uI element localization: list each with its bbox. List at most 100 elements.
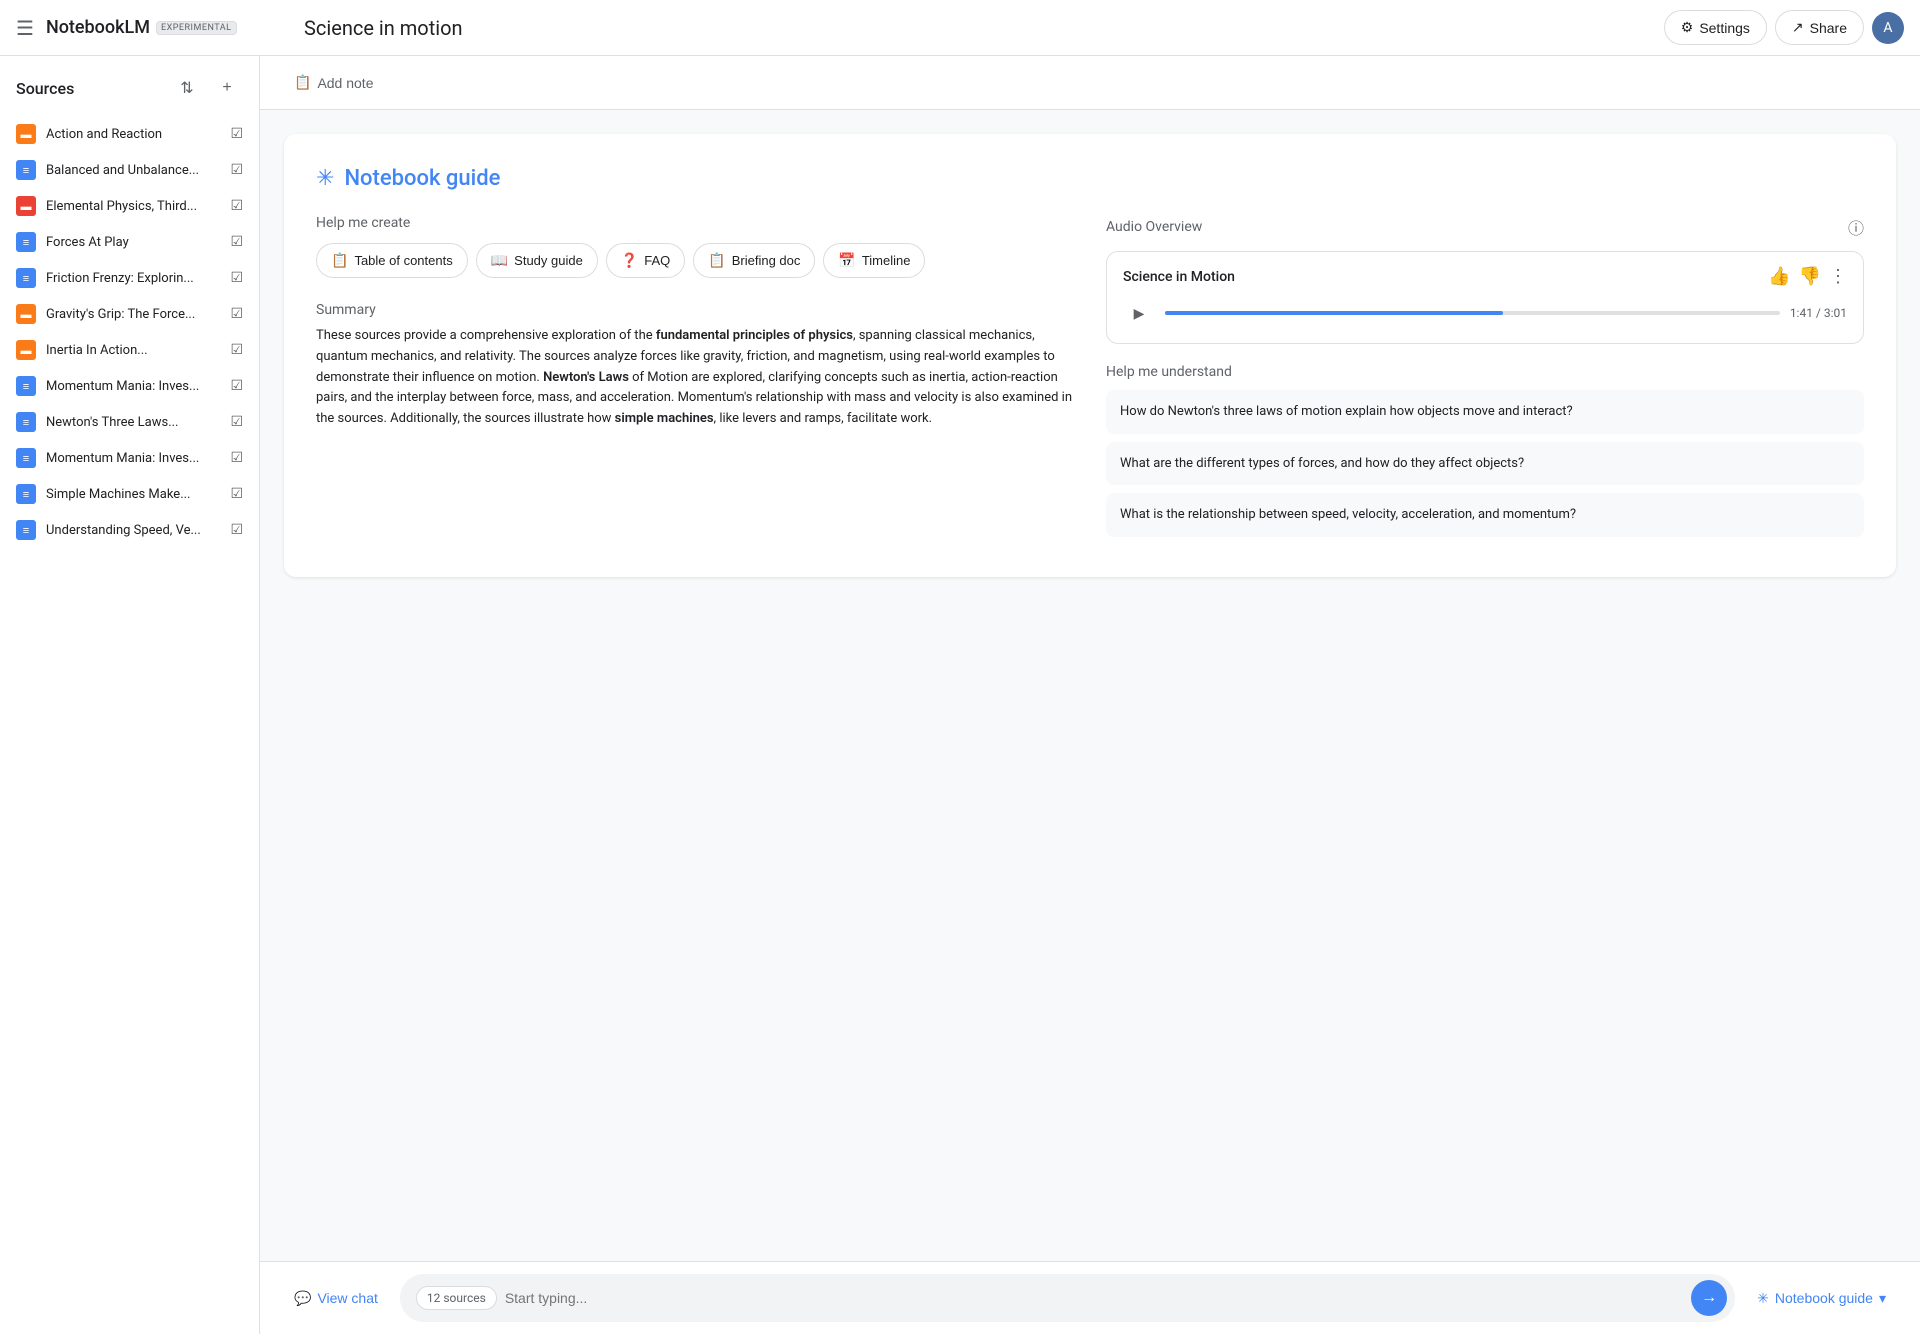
sources-badge: 12 sources	[416, 1286, 497, 1310]
action-btn-briefing[interactable]: 📋 Briefing doc	[693, 243, 815, 278]
summary-section: Summary These sources provide a comprehe…	[316, 302, 1074, 430]
bottom-bar: 💬 View chat 12 sources → ✳ Notebook guid…	[260, 1261, 1920, 1334]
guide-right: Audio Overview ⓘ Science in Motion 👍 👎 ⋮	[1106, 215, 1864, 545]
progress-bar[interactable]	[1165, 311, 1780, 315]
action-btn-faq[interactable]: ❓ FAQ	[606, 243, 685, 278]
action-btn-study[interactable]: 📖 Study guide	[476, 243, 598, 278]
understand-section: Help me understand How do Newton's three…	[1106, 364, 1864, 537]
summary-text-4: , like levers and ramps, facilitate work…	[714, 411, 933, 426]
thumbs-up-button[interactable]: 👍	[1768, 266, 1790, 287]
action-btn-icon-toc: 📋	[331, 252, 348, 269]
view-chat-label: View chat	[317, 1290, 377, 1306]
source-check-icon: ☑	[230, 162, 243, 178]
summary-text: These sources provide a comprehensive ex…	[316, 326, 1074, 430]
source-item[interactable]: ≡ Forces At Play ☑	[0, 224, 259, 260]
source-item[interactable]: ≡ Simple Machines Make... ☑	[0, 476, 259, 512]
avatar[interactable]: A	[1872, 12, 1904, 44]
more-options-button[interactable]: ⋮	[1829, 266, 1847, 287]
source-check-icon: ☑	[230, 342, 243, 358]
guide-star-icon: ✳	[316, 166, 334, 191]
chevron-down-icon: ▾	[1879, 1290, 1886, 1307]
action-btn-timeline[interactable]: 📅 Timeline	[823, 243, 925, 278]
source-icon: ≡	[16, 412, 36, 432]
view-chat-button[interactable]: 💬 View chat	[284, 1284, 388, 1313]
source-icon: ▬	[16, 304, 36, 324]
audio-header: Audio Overview ⓘ	[1106, 215, 1864, 239]
source-item[interactable]: ▬ Inertia In Action... ☑	[0, 332, 259, 368]
source-name: Balanced and Unbalance...	[46, 163, 220, 178]
source-item[interactable]: ≡ Newton's Three Laws... ☑	[0, 404, 259, 440]
summary-bold-3: simple machines	[615, 411, 714, 426]
summary-bold-1: fundamental principles of physics	[656, 328, 853, 343]
action-btn-icon-faq: ❓	[621, 252, 638, 269]
sources-list: ▬ Action and Reaction ☑ ≡ Balanced and U…	[0, 112, 259, 1334]
source-name: Forces At Play	[46, 235, 220, 250]
share-button[interactable]: ↗ Share	[1775, 10, 1864, 45]
action-btn-label-toc: Table of contents	[354, 253, 452, 268]
action-btn-label-timeline: Timeline	[862, 253, 911, 268]
action-btn-toc[interactable]: 📋 Table of contents	[316, 243, 468, 278]
source-name: Inertia In Action...	[46, 343, 220, 358]
notebook-guide-star-icon: ✳	[1757, 1290, 1769, 1307]
play-button[interactable]: ▶	[1123, 297, 1155, 329]
source-icon: ▬	[16, 340, 36, 360]
source-item[interactable]: ▬ Action and Reaction ☑	[0, 116, 259, 152]
chat-input-container: 12 sources →	[400, 1274, 1735, 1322]
topbar: ☰ NotebookLM EXPERIMENTAL Science in mot…	[0, 0, 1920, 56]
source-item[interactable]: ≡ Understanding Speed, Ve... ☑	[0, 512, 259, 548]
understand-card[interactable]: What is the relationship between speed, …	[1106, 493, 1864, 537]
source-check-icon: ☑	[230, 414, 243, 430]
view-chat-icon: 💬	[294, 1290, 311, 1307]
audio-player: Science in Motion 👍 👎 ⋮ ▶	[1106, 251, 1864, 344]
summary-text-1: These sources provide a comprehensive ex…	[316, 328, 656, 343]
action-buttons: 📋 Table of contents 📖 Study guide ❓ FAQ …	[316, 243, 1074, 278]
understand-card[interactable]: What are the different types of forces, …	[1106, 442, 1864, 486]
send-button[interactable]: →	[1691, 1280, 1727, 1316]
source-item[interactable]: ▬ Gravity's Grip: The Force... ☑	[0, 296, 259, 332]
action-btn-icon-study: 📖	[491, 252, 508, 269]
guide-title: Notebook guide	[344, 166, 500, 191]
add-source-button[interactable]: +	[211, 72, 243, 104]
source-item[interactable]: ≡ Friction Frenzy: Explorin... ☑	[0, 260, 259, 296]
source-name: Gravity's Grip: The Force...	[46, 307, 220, 322]
topbar-center: Science in motion	[288, 16, 1652, 40]
action-btn-label-faq: FAQ	[644, 253, 670, 268]
filter-icon[interactable]: ⇅	[171, 72, 203, 104]
settings-button[interactable]: ⚙ Settings	[1664, 10, 1767, 45]
source-check-icon: ☑	[230, 198, 243, 214]
audio-player-title: Science in Motion	[1123, 269, 1235, 285]
notebook-guide-button[interactable]: ✳ Notebook guide ▾	[1747, 1284, 1896, 1313]
source-check-icon: ☑	[230, 378, 243, 394]
source-item[interactable]: ≡ Balanced and Unbalance... ☑	[0, 152, 259, 188]
menu-icon[interactable]: ☰	[16, 16, 34, 40]
main-layout: Sources ⇅ + ▬ Action and Reaction ☑ ≡ Ba…	[0, 56, 1920, 1334]
understand-card[interactable]: How do Newton's three laws of motion exp…	[1106, 390, 1864, 434]
audio-progress: ▶ 1:41 / 3:01	[1123, 297, 1847, 329]
thumbs-down-button[interactable]: 👎	[1799, 266, 1821, 287]
source-check-icon: ☑	[230, 234, 243, 250]
action-btn-icon-briefing: 📋	[708, 252, 725, 269]
help-me-create-label: Help me create	[316, 215, 1074, 231]
source-icon: ≡	[16, 448, 36, 468]
guide-left: Help me create 📋 Table of contents 📖 Stu…	[316, 215, 1074, 545]
add-note-button[interactable]: 📋 Add note	[284, 68, 384, 97]
progress-time: 1:41 / 3:01	[1790, 306, 1847, 320]
source-name: Action and Reaction	[46, 127, 220, 142]
chat-input[interactable]	[505, 1290, 1683, 1306]
source-check-icon: ☑	[230, 306, 243, 322]
source-item[interactable]: ▬ Elemental Physics, Third... ☑	[0, 188, 259, 224]
summary-label: Summary	[316, 302, 1074, 318]
source-item[interactable]: ≡ Momentum Mania: Inves... ☑	[0, 440, 259, 476]
source-check-icon: ☑	[230, 486, 243, 502]
content-top-bar: 📋 Add note	[260, 56, 1920, 110]
info-icon[interactable]: ⓘ	[1848, 215, 1864, 239]
content-scroll: ✳ Notebook guide Help me create 📋 Table …	[260, 110, 1920, 1261]
source-item[interactable]: ≡ Momentum Mania: Inves... ☑	[0, 368, 259, 404]
sidebar-title: Sources	[16, 79, 74, 98]
share-label: Share	[1810, 20, 1847, 36]
audio-overview-label: Audio Overview	[1106, 219, 1202, 235]
help-me-understand-label: Help me understand	[1106, 364, 1864, 380]
send-icon: →	[1701, 1289, 1717, 1307]
action-btn-label-study: Study guide	[514, 253, 583, 268]
topbar-right: ⚙ Settings ↗ Share A	[1664, 10, 1904, 45]
